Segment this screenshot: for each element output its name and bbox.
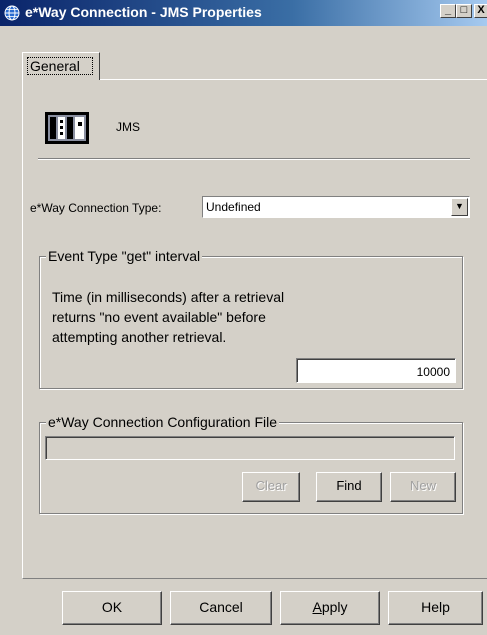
help-button-label: Help	[421, 599, 450, 615]
new-button-label: New	[409, 478, 436, 493]
apply-button-label: Apply	[281, 592, 379, 622]
config-file-path-field[interactable]	[45, 436, 455, 460]
connection-type-value: Undefined	[206, 200, 261, 214]
cancel-button-label: Cancel	[199, 599, 243, 615]
clear-button[interactable]: Clear	[242, 472, 300, 502]
ok-button[interactable]: OK	[62, 591, 162, 625]
find-button[interactable]: Find	[316, 472, 382, 502]
apply-accelerator: A	[312, 599, 322, 615]
chevron-down-icon[interactable]: ▼	[451, 198, 468, 216]
maximize-button[interactable]: □	[456, 4, 472, 18]
connection-type-select[interactable]: Undefined ▼	[202, 196, 470, 218]
header-divider	[38, 158, 470, 160]
tab-general[interactable]: General	[22, 52, 100, 80]
tab-general-label: General	[27, 57, 93, 75]
minimize-button[interactable]: _	[440, 4, 456, 18]
component-label: JMS	[116, 120, 140, 134]
clear-button-label: Clear	[255, 478, 287, 493]
connection-type-label: e*Way Connection Type:	[30, 201, 162, 215]
cancel-button[interactable]: Cancel	[170, 591, 272, 625]
interval-value: 10000	[416, 365, 450, 379]
window-title: e*Way Connection - JMS Properties	[25, 4, 262, 20]
config-file-legend: e*Way Connection Configuration File	[46, 414, 280, 430]
new-button[interactable]: New	[390, 472, 456, 502]
apply-button[interactable]: Apply	[280, 591, 380, 625]
dialog-window: e*Way Connection - JMS Properties _ □ X …	[0, 0, 487, 635]
event-interval-description: Time (in milliseconds) after a retrieval…	[52, 289, 285, 345]
close-button[interactable]: X	[474, 4, 487, 18]
globe-icon	[4, 5, 20, 21]
title-bar[interactable]: e*Way Connection - JMS Properties _ □ X	[0, 0, 487, 26]
ok-button-label: OK	[101, 599, 123, 615]
jms-connector-icon	[45, 112, 89, 144]
find-button-label: Find	[336, 478, 362, 493]
interval-input[interactable]: 10000	[296, 358, 456, 383]
apply-label-rest: pply	[321, 599, 348, 615]
help-button[interactable]: Help	[388, 591, 483, 625]
event-interval-legend: Event Type "get" interval	[46, 248, 203, 264]
